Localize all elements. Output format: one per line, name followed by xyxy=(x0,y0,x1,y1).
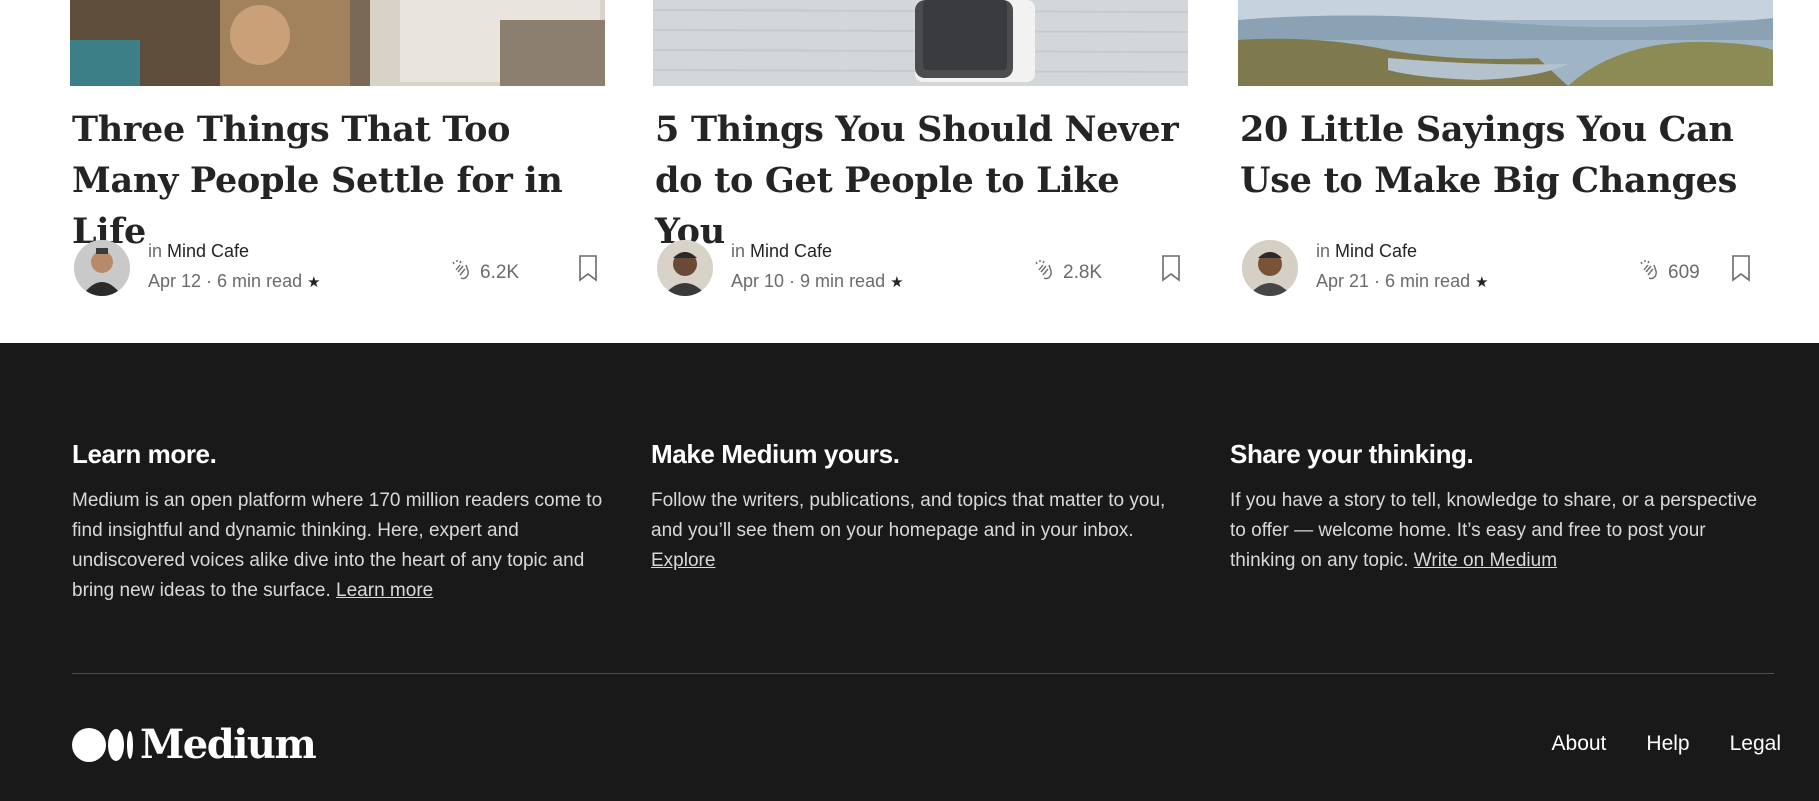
author-avatar[interactable] xyxy=(74,240,130,296)
footer-body: Follow the writers, publications, and to… xyxy=(651,490,1166,541)
article-date: Apr 12 xyxy=(148,271,202,291)
publication-link[interactable]: Mind Cafe xyxy=(750,241,832,261)
article-card[interactable]: 20 Little Sayings You Can Use to Make Bi… xyxy=(1238,0,1788,343)
footer-text: Follow the writers, publications, and to… xyxy=(651,486,1191,576)
publication-line: in Mind Cafe xyxy=(1316,241,1417,262)
article-card[interactable]: Three Things That Too Many People Settle… xyxy=(70,0,620,343)
footer-text: If you have a story to tell, knowledge t… xyxy=(1230,486,1770,576)
about-link[interactable]: About xyxy=(1532,706,1627,782)
site-footer: Learn more. Medium is an open platform w… xyxy=(0,343,1819,801)
article-meta: Apr 10 · 9 min read ★ xyxy=(731,271,904,292)
footer-learn-more: Learn more. Medium is an open platform w… xyxy=(72,436,612,606)
footer-text: Medium is an open platform where 170 mil… xyxy=(72,486,612,606)
bookmark-button[interactable] xyxy=(1158,253,1184,283)
meta-separator: · xyxy=(1369,271,1386,291)
clap-count: 6.2K xyxy=(480,262,520,283)
meta-separator: · xyxy=(201,271,218,291)
read-time: 6 min read xyxy=(217,271,303,291)
clap-button[interactable]: 6.2K xyxy=(450,258,519,288)
article-date: Apr 10 xyxy=(731,271,785,291)
publication-link[interactable]: Mind Cafe xyxy=(167,241,249,261)
article-thumbnail[interactable] xyxy=(70,0,605,86)
article-thumbnail[interactable] xyxy=(653,0,1188,86)
article-title[interactable]: Three Things That Too Many People Settle… xyxy=(72,104,607,257)
publication-link[interactable]: Mind Cafe xyxy=(1335,241,1417,261)
article-card[interactable]: 5 Things You Should Never do to Get Peop… xyxy=(653,0,1203,343)
meta-separator: · xyxy=(784,271,801,291)
help-link[interactable]: Help xyxy=(1626,706,1709,782)
clap-count: 2.8K xyxy=(1063,262,1103,283)
article-meta: Apr 21 · 6 min read ★ xyxy=(1316,271,1489,292)
member-star-icon: ★ xyxy=(890,274,904,291)
clap-button[interactable]: 609 xyxy=(1638,258,1700,288)
medium-logo[interactable]: Medium xyxy=(72,721,317,768)
footer-divider xyxy=(72,673,1774,674)
bookmark-icon xyxy=(579,255,597,282)
footer-make-medium-yours: Make Medium yours. Follow the writers, p… xyxy=(651,436,1191,576)
clap-icon xyxy=(450,258,474,288)
footer-heading: Make Medium yours. xyxy=(651,439,900,469)
footer-share-thinking: Share your thinking. If you have a story… xyxy=(1230,436,1770,576)
article-meta: Apr 12 · 6 min read ★ xyxy=(148,271,321,292)
bookmark-icon xyxy=(1162,255,1180,282)
author-avatar[interactable] xyxy=(1242,240,1298,296)
logo-wordmark: Medium xyxy=(140,721,317,768)
article-title[interactable]: 5 Things You Should Never do to Get Peop… xyxy=(655,104,1190,257)
article-title[interactable]: 20 Little Sayings You Can Use to Make Bi… xyxy=(1240,104,1775,206)
more-articles-section: Three Things That Too Many People Settle… xyxy=(0,0,1819,343)
clap-button[interactable]: 2.8K xyxy=(1033,258,1102,288)
bookmark-button[interactable] xyxy=(1728,253,1754,283)
publication-line: in Mind Cafe xyxy=(731,241,832,262)
read-time: 9 min read xyxy=(800,271,886,291)
author-avatar[interactable] xyxy=(657,240,713,296)
publication-prefix: in xyxy=(731,241,751,261)
publication-line: in Mind Cafe xyxy=(148,241,249,262)
bookmark-icon xyxy=(1732,255,1750,282)
article-date: Apr 21 xyxy=(1316,271,1370,291)
footer-links: About Help Legal xyxy=(1532,706,1801,782)
legal-link[interactable]: Legal xyxy=(1710,706,1801,782)
write-on-medium-link[interactable]: Write on Medium xyxy=(1414,550,1557,571)
medium-logo-icon xyxy=(72,728,133,762)
member-star-icon: ★ xyxy=(1475,274,1489,291)
clap-icon xyxy=(1033,258,1057,288)
learn-more-link[interactable]: Learn more xyxy=(336,580,433,601)
publication-prefix: in xyxy=(148,241,168,261)
clap-icon xyxy=(1638,258,1662,288)
clap-count: 609 xyxy=(1668,262,1700,283)
footer-heading: Share your thinking. xyxy=(1230,439,1474,469)
bookmark-button[interactable] xyxy=(575,253,601,283)
footer-heading: Learn more. xyxy=(72,439,217,469)
member-star-icon: ★ xyxy=(307,274,321,291)
article-thumbnail[interactable] xyxy=(1238,0,1773,86)
read-time: 6 min read xyxy=(1385,271,1471,291)
publication-prefix: in xyxy=(1316,241,1336,261)
explore-link[interactable]: Explore xyxy=(651,550,715,571)
